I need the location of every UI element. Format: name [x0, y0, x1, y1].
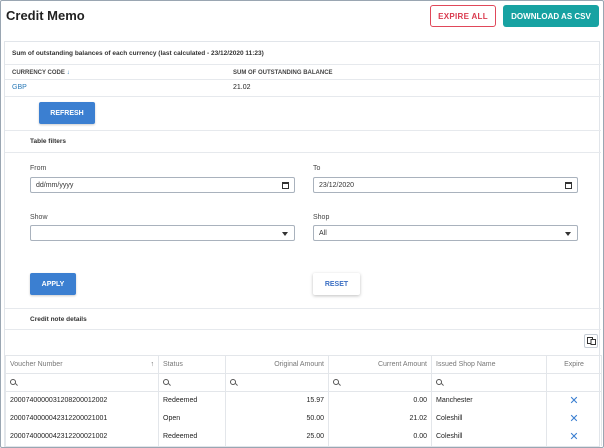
status-cell: Redeemed [158, 391, 226, 410]
voucher-number-cell: 2000740000031208200012002 [5, 391, 159, 410]
status-cell: Open [158, 409, 226, 428]
to-label: To [313, 165, 321, 172]
issued-shop-cell: Coleshill [431, 409, 547, 428]
voucher-number-cell: 2000740000042312200021002 [5, 427, 159, 446]
divider [5, 308, 601, 309]
sum-balance-header: SUM OF OUTSTANDING BALANCE [233, 70, 333, 76]
reset-button[interactable]: RESET [313, 273, 360, 295]
table-row[interactable]: 2000740000031208200012002 Redeemed 15.97… [5, 391, 602, 410]
credit-note-table: Voucher Number ↑ Status Original Amount … [5, 355, 602, 446]
show-select[interactable] [30, 225, 295, 241]
table-row[interactable]: 2000740000042312200021001 Open 50.00 21.… [5, 409, 602, 428]
current-amount-column-header[interactable]: Current Amount [328, 355, 432, 374]
issued-shop-cell: Coleshill [431, 427, 547, 446]
sum-balance-value: 21.02 [233, 84, 251, 91]
calendar-icon[interactable] [565, 182, 572, 189]
divider [5, 130, 601, 131]
show-label: Show [30, 214, 48, 221]
sort-arrow-down-icon: ↓ [66, 70, 70, 76]
issued-shop-cell: Manchester [431, 391, 547, 410]
shop-select-value: All [319, 229, 327, 237]
status-column-header[interactable]: Status [158, 355, 226, 374]
to-date-input[interactable]: 23/12/2020 [313, 177, 578, 193]
expire-all-button[interactable]: EXPIRE ALL [430, 5, 496, 27]
original-amount-cell: 25.00 [225, 427, 329, 446]
search-icon [333, 378, 339, 385]
expire-cell: ✕ [546, 391, 602, 410]
shop-label: Shop [313, 214, 330, 221]
expire-x-icon[interactable]: ✕ [569, 431, 578, 443]
currency-link[interactable]: GBP [12, 84, 27, 91]
expire-cell: ✕ [546, 427, 602, 446]
original-amount-cell: 15.97 [225, 391, 329, 410]
divider [5, 64, 601, 65]
shop-select[interactable]: All [313, 225, 578, 241]
calendar-icon[interactable] [282, 182, 289, 189]
search-icon [230, 378, 236, 385]
table-row[interactable]: 2000740000042312200021002 Redeemed 25.00… [5, 427, 602, 446]
expire-column-header: Expire [546, 355, 602, 374]
divider [5, 96, 601, 97]
divider [5, 152, 601, 153]
currency-code-header[interactable]: CURRENCY CODE ↓ [12, 70, 70, 76]
from-label: From [30, 165, 47, 172]
search-icon [163, 378, 169, 385]
expire-x-icon[interactable]: ✕ [569, 413, 578, 425]
voucher-number-column-label: Voucher Number [10, 361, 63, 368]
original-filter-cell[interactable] [225, 373, 329, 392]
refresh-button[interactable]: REFRESH [39, 102, 95, 124]
credit-memo-window: Credit Memo EXPIRE ALL DOWNLOAD AS CSV S… [0, 0, 604, 448]
current-amount-cell: 0.00 [328, 427, 432, 446]
expire-cell: ✕ [546, 409, 602, 428]
search-icon [10, 378, 16, 385]
table-header-row: Voucher Number ↑ Status Original Amount … [5, 355, 602, 374]
original-amount-cell: 50.00 [225, 409, 329, 428]
download-csv-button[interactable]: DOWNLOAD AS CSV [503, 5, 599, 27]
page-title: Credit Memo [6, 8, 85, 23]
chevron-down-icon [282, 232, 288, 236]
from-date-input[interactable]: dd/mm/yyyy [30, 177, 295, 193]
voucher-filter-cell[interactable] [5, 373, 159, 392]
from-date-value: dd/mm/yyyy [36, 181, 74, 189]
divider [5, 329, 601, 330]
expire-filter-cell [546, 373, 602, 392]
to-date-value: 23/12/2020 [319, 181, 355, 189]
column-chooser-button[interactable] [584, 334, 598, 348]
voucher-number-cell: 2000740000042312200021001 [5, 409, 159, 428]
current-filter-cell[interactable] [328, 373, 432, 392]
currency-code-label: CURRENCY CODE [12, 70, 65, 76]
content-panel: Sum of outstanding balances of each curr… [4, 41, 602, 447]
voucher-number-column-header[interactable]: Voucher Number ↑ [5, 355, 159, 374]
filter-row [5, 373, 602, 392]
table-filters-heading: Table filters [30, 138, 67, 145]
credit-note-heading: Credit note details [30, 316, 87, 323]
current-amount-cell: 21.02 [328, 409, 432, 428]
column-chooser-icon [586, 337, 596, 345]
status-filter-cell[interactable] [158, 373, 226, 392]
shop-filter-cell[interactable] [431, 373, 547, 392]
issued-shop-column-header[interactable]: Issued Shop Name [431, 355, 547, 374]
current-amount-cell: 0.00 [328, 391, 432, 410]
expire-x-icon[interactable]: ✕ [569, 395, 578, 407]
status-cell: Redeemed [158, 427, 226, 446]
original-amount-column-header[interactable]: Original Amount [225, 355, 329, 374]
balances-heading: Sum of outstanding balances of each curr… [12, 50, 264, 57]
divider [5, 79, 601, 80]
sort-arrow-up-icon: ↑ [150, 361, 155, 368]
apply-button[interactable]: APPLY [30, 273, 76, 295]
chevron-down-icon [565, 232, 571, 236]
search-icon [436, 378, 442, 385]
